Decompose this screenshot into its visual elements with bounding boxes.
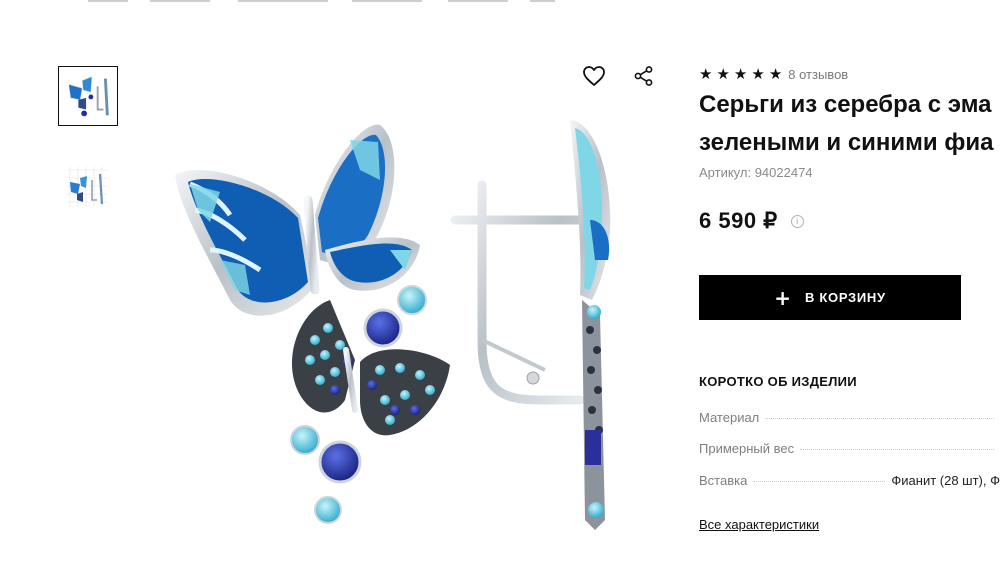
star-icon: ★ (699, 65, 713, 83)
share-icon[interactable] (632, 64, 656, 88)
upper-butterfly (175, 124, 420, 316)
side-earring (450, 120, 611, 530)
thumbnail-1-image (68, 76, 109, 117)
all-specs-link[interactable]: Все характеристики (699, 517, 819, 532)
plus-icon: + (774, 285, 791, 310)
product-title-line-1: Серьги из серебра с эма (699, 91, 992, 118)
price-row: 6 590 ₽ i (699, 208, 804, 234)
star-icon: ★ (733, 65, 748, 83)
product-title-line-2: зелеными и синими фиа (699, 129, 994, 156)
thumbnail-2-image (67, 167, 107, 207)
product-price: 6 590 ₽ (699, 208, 778, 233)
spec-key: Примерный вес (699, 441, 795, 456)
rating: ★ ★ ★ ★ ★ 8 отзывов (699, 66, 848, 82)
reviews-link[interactable]: 8 отзывов (788, 67, 848, 82)
spec-leader (765, 418, 994, 419)
thumbnail-2[interactable] (62, 162, 112, 212)
earrings-illustration (175, 120, 611, 530)
info-icon[interactable]: i (790, 214, 804, 228)
spec-row-insert: Вставка Фианит (28 шт), Ф (699, 473, 1000, 491)
spec-key: Материал (699, 410, 760, 425)
spec-value: Фианит (28 шт), Ф (891, 473, 1000, 488)
add-to-cart-button[interactable]: + В КОРЗИНУ (699, 275, 961, 320)
spec-leader (800, 449, 994, 450)
thumbnail-1[interactable] (58, 66, 118, 126)
heart-icon[interactable] (581, 63, 607, 89)
spec-leader (753, 481, 886, 482)
product-title: Серьги из серебра с эма зелеными и синим… (699, 86, 1000, 158)
top-breadcrumb-line (0, 0, 1000, 6)
star-icon: ★ (751, 65, 765, 83)
spec-key: Вставка (699, 473, 748, 488)
spec-row-material: Материал (699, 410, 1000, 428)
add-to-cart-label: В КОРЗИНУ (804, 290, 886, 305)
specs-section-title: КОРОТКО ОБ ИЗДЕЛИИ (699, 374, 857, 389)
product-main-image[interactable] (150, 100, 650, 545)
star-icon: ★ (768, 65, 783, 83)
spec-row-weight: Примерный вес (699, 441, 1000, 459)
star-icon: ★ (716, 65, 730, 83)
product-sku: Артикул: 94022474 (699, 165, 813, 180)
